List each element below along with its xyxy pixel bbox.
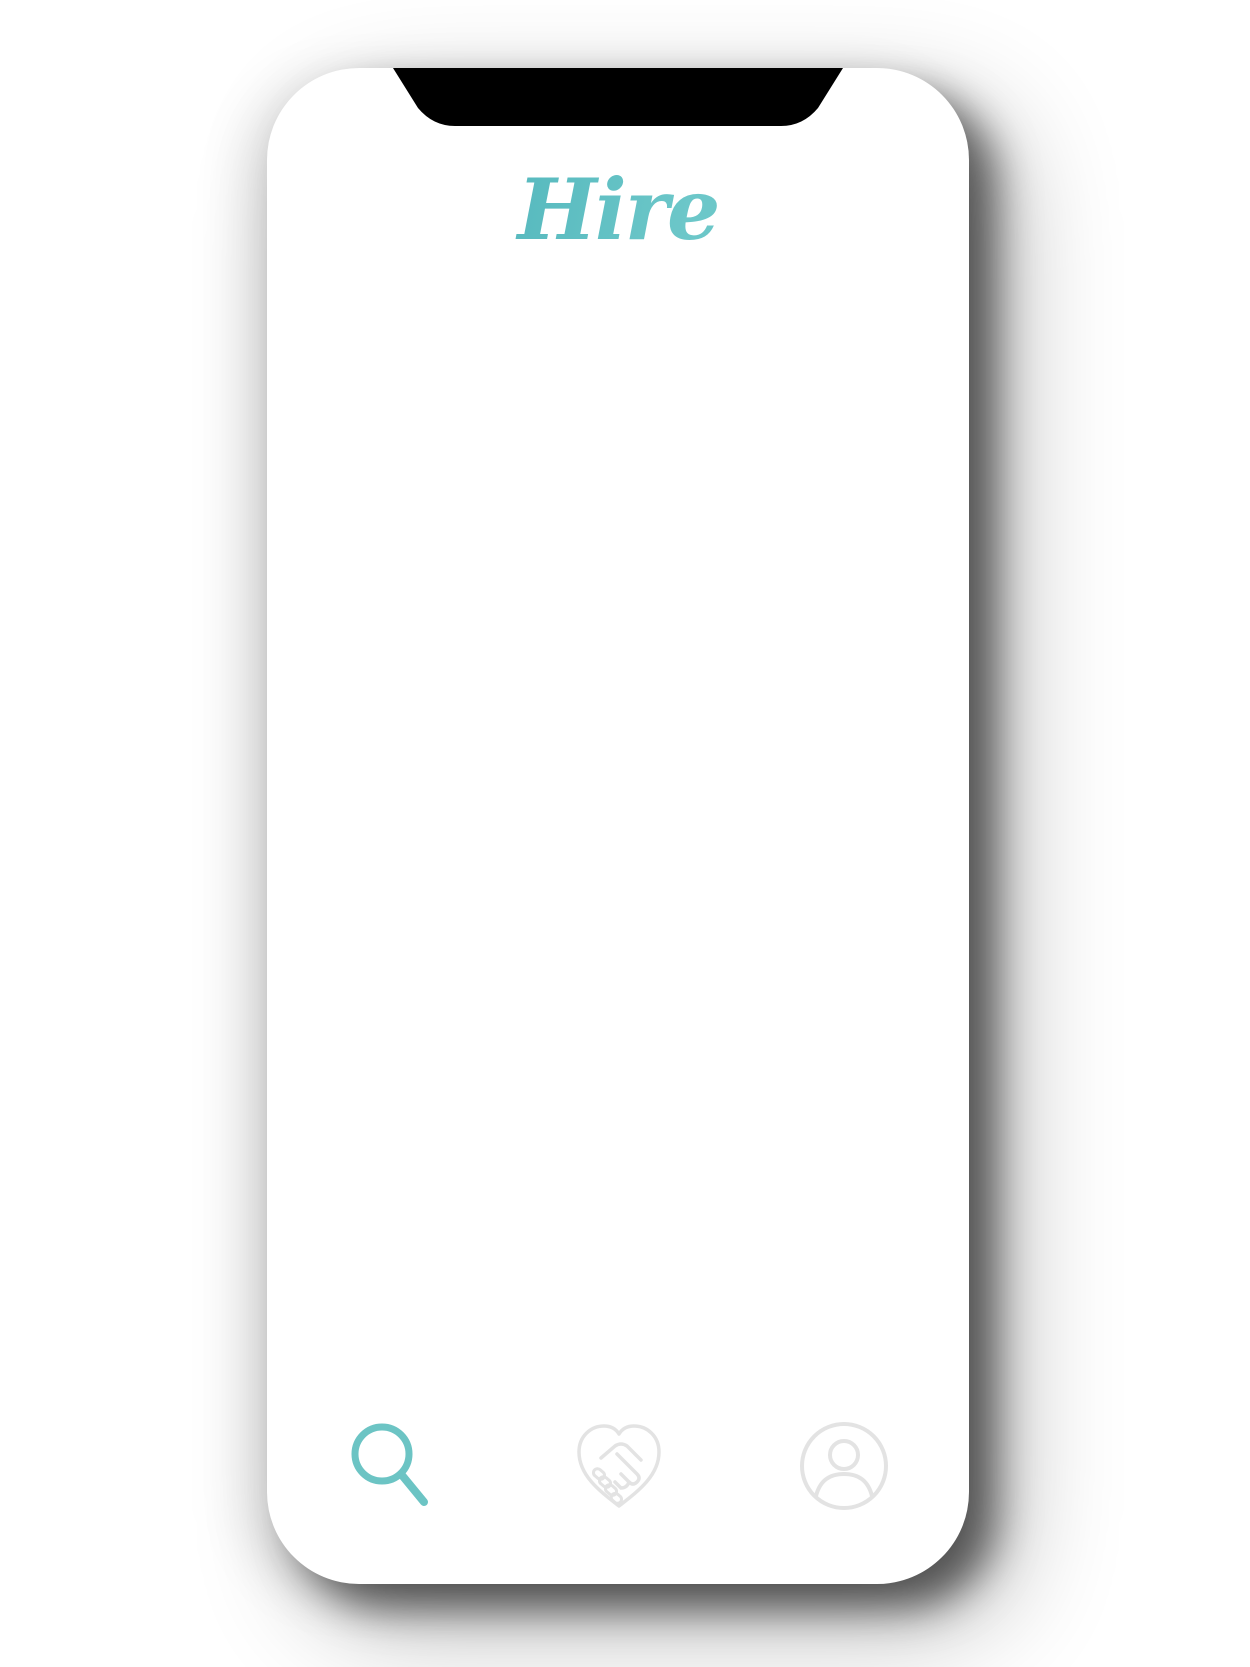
tab-search[interactable] [346,1418,442,1514]
tab-matches[interactable] [571,1418,667,1514]
handshake-heart-icon [571,1418,667,1514]
bottom-tab-bar [267,1418,969,1514]
main-content-area [267,268,969,1424]
search-icon [346,1418,442,1514]
tab-profile[interactable] [796,1418,892,1514]
device-notch [393,68,843,128]
app-logo: Hire [267,168,969,252]
user-profile-icon [796,1418,892,1514]
canvas: Hire [0,0,1250,1667]
phone-frame: Hire [267,68,969,1584]
